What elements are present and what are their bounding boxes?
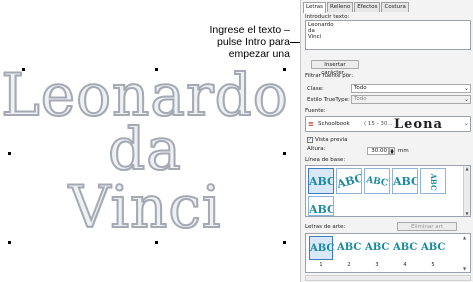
baseline-sample: ABC (309, 175, 334, 188)
height-label: Altura: (307, 146, 326, 152)
tab-bar: Letras Relleno Efectos Costura (303, 2, 410, 13)
art-number: 4 (403, 262, 407, 268)
delete-art-button[interactable]: Eliminar art (397, 222, 457, 231)
baseline-arc-bottom[interactable]: ABC (392, 168, 418, 194)
font-size-range: ( 15 - 30... (364, 121, 393, 127)
art-sample: ABC (365, 242, 390, 253)
art-style-5[interactable]: ABC (421, 236, 445, 260)
horizontal-scrollbar[interactable] (305, 275, 471, 281)
art-style-2[interactable]: ABC (337, 236, 361, 260)
baseline-arc-top[interactable]: ABC (336, 168, 362, 194)
chevron-down-icon: ⌄ (463, 120, 469, 127)
art-sample: ABC (393, 242, 418, 253)
art-number: 1 (319, 262, 323, 268)
text-input[interactable]: Leonardo da Vinci (305, 20, 471, 50)
truetype-label: Estilo TrueType: (307, 97, 350, 103)
selection-handle[interactable] (283, 241, 286, 244)
baseline-sample: ABC (365, 175, 389, 189)
scroll-down-icon[interactable]: ▼ (463, 266, 466, 271)
embroidered-text-line-2: da (107, 115, 182, 183)
art-scrollbar[interactable]: ▲ ▼ (463, 235, 469, 271)
font-preview: Leona (394, 117, 443, 132)
art-style-4[interactable]: ABC (393, 236, 417, 260)
truetype-select-value: Todo (354, 96, 367, 102)
font-select[interactable]: ≡ Schoolbook ( 15 - 30... Leona ⌄ (305, 116, 471, 132)
scroll-up-icon[interactable]: ▲ (463, 235, 466, 240)
tab-relleno[interactable]: Relleno (327, 2, 354, 12)
height-unit: mm (398, 148, 409, 154)
art-number: 3 (375, 262, 379, 268)
preview-checkbox[interactable]: ✓ (307, 137, 313, 143)
art-gallery: ABC ABC ABC ABC ABC 1 2 3 4 5 ▲ ▼ (305, 233, 471, 273)
baseline-circle[interactable]: ABC (364, 168, 390, 194)
design-canvas[interactable]: Leonardo da Vinci Ingrese el texto – pul… (0, 0, 306, 282)
truetype-font-icon: ≡ (308, 120, 314, 128)
tab-efectos[interactable]: Efectos (354, 2, 381, 12)
baseline-sample: ABC (336, 171, 362, 191)
selection-handle[interactable] (155, 241, 158, 244)
insert-character-button[interactable]: Insertar carácter... (311, 60, 359, 76)
lettering-properties-panel: Letras Relleno Efectos Costura Introduci… (300, 0, 473, 282)
art-sample: ABC (310, 243, 335, 254)
font-label: Fuente: (305, 108, 326, 114)
scroll-down-icon[interactable]: ▼ (464, 211, 470, 216)
art-style-1[interactable]: ABC (309, 236, 335, 260)
class-select-value: Todo (354, 85, 367, 91)
baseline-gallery: ABC ABC ABC ABC ABC ABC ▲ ▼ (305, 165, 471, 217)
art-sample: ABC (421, 242, 446, 253)
baseline-straight[interactable]: ABC (308, 168, 334, 194)
check-icon: ✓ (308, 137, 313, 143)
art-number: 5 (431, 262, 435, 268)
baseline-label: Línea de base: (305, 157, 346, 163)
callout-annotation: Ingrese el texto – pulse Intro para empe… (209, 24, 290, 60)
art-label: Letras de arte: (305, 224, 346, 230)
class-label: Clase: (307, 86, 324, 92)
baseline-scrollbar[interactable]: ▲ ▼ (463, 166, 470, 216)
baseline-vertical[interactable]: ABC (420, 168, 446, 194)
height-input[interactable]: 30.00 (367, 147, 389, 155)
tab-letras[interactable]: Letras (303, 2, 327, 13)
embroidered-text-line-3: Vinci (68, 173, 222, 241)
baseline-sample: ABC (309, 203, 334, 216)
art-number: 2 (347, 262, 351, 268)
tab-costura[interactable]: Costura (381, 2, 409, 12)
class-select[interactable]: Todo ⌄ (351, 84, 471, 93)
preview-label: Vista previa (315, 137, 348, 143)
baseline-freeform[interactable]: ABC (308, 196, 334, 216)
truetype-select[interactable]: Todo ⌄ (351, 95, 471, 104)
scroll-up-icon[interactable]: ▲ (464, 166, 470, 171)
chevron-down-icon: ⌄ (463, 96, 469, 103)
font-name: Schoolbook (318, 121, 350, 127)
art-sample: ABC (337, 242, 362, 253)
baseline-sample: ABC (429, 173, 438, 191)
selection-handle[interactable] (8, 241, 11, 244)
filter-label: Filtrar fuente por: (305, 73, 354, 79)
baseline-sample: ABC (393, 175, 418, 188)
height-spinner[interactable]: ▲ ▼ (389, 147, 395, 155)
art-style-3[interactable]: ABC (365, 236, 389, 260)
text-input-line: Vinci (308, 34, 322, 40)
chevron-down-icon: ⌄ (463, 85, 469, 92)
